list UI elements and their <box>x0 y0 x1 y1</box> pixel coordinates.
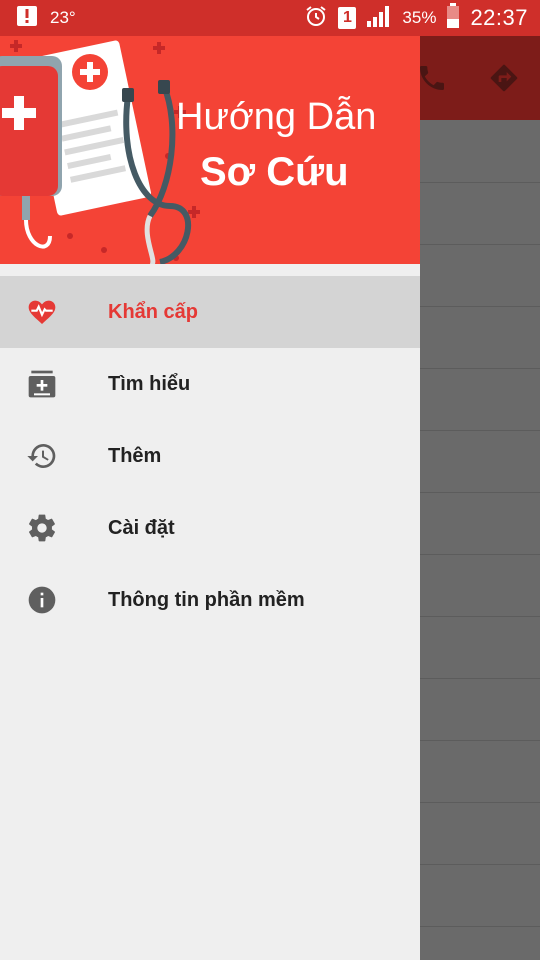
navigation-drawer: Hướng Dẫn Sơ Cứu Khẩn cấp Tìm hiểu Thêm <box>0 36 420 960</box>
heart-pulse-icon <box>26 296 58 328</box>
menu-item-label: Thông tin phần mềm <box>108 589 305 611</box>
menu-item-label: Cài đặt <box>108 517 175 539</box>
phone-icon[interactable] <box>416 62 448 94</box>
battery-percent: 35% <box>402 8 437 27</box>
alarm-clock-icon <box>304 4 328 33</box>
drawer-header: Hướng Dẫn Sơ Cứu <box>0 36 420 264</box>
sim-slot-icon: 1 <box>338 7 357 29</box>
menu-item-more[interactable]: Thêm <box>0 420 420 492</box>
app-title-line-2: Sơ Cứu <box>200 150 349 194</box>
drawer-menu: Khẩn cấp Tìm hiểu Thêm Cài đặt Thông tin… <box>0 276 420 636</box>
menu-item-label: Khẩn cấp <box>108 301 199 323</box>
gear-icon <box>26 512 58 544</box>
menu-item-label: Thêm <box>108 445 162 467</box>
menu-item-label: Tìm hiểu <box>108 373 191 395</box>
signal-icon <box>366 4 392 33</box>
menu-item-learn[interactable]: Tìm hiểu <box>0 348 420 420</box>
info-icon <box>26 584 58 616</box>
temperature-text: 23° <box>50 8 76 27</box>
history-icon <box>26 440 58 472</box>
status-bar: 23° 1 35% 22:37 <box>0 0 540 36</box>
menu-item-emergency[interactable]: Khẩn cấp <box>0 276 420 348</box>
menu-item-settings[interactable]: Cài đặt <box>0 492 420 564</box>
directions-icon[interactable] <box>488 62 520 94</box>
medical-card-icon <box>26 368 58 400</box>
app-title-line-1: Hướng Dẫn <box>176 96 377 138</box>
battery-icon <box>446 2 460 34</box>
alert-notification-icon <box>16 5 38 32</box>
clock: 22:37 <box>470 5 528 30</box>
menu-item-about[interactable]: Thông tin phần mềm <box>0 564 420 636</box>
